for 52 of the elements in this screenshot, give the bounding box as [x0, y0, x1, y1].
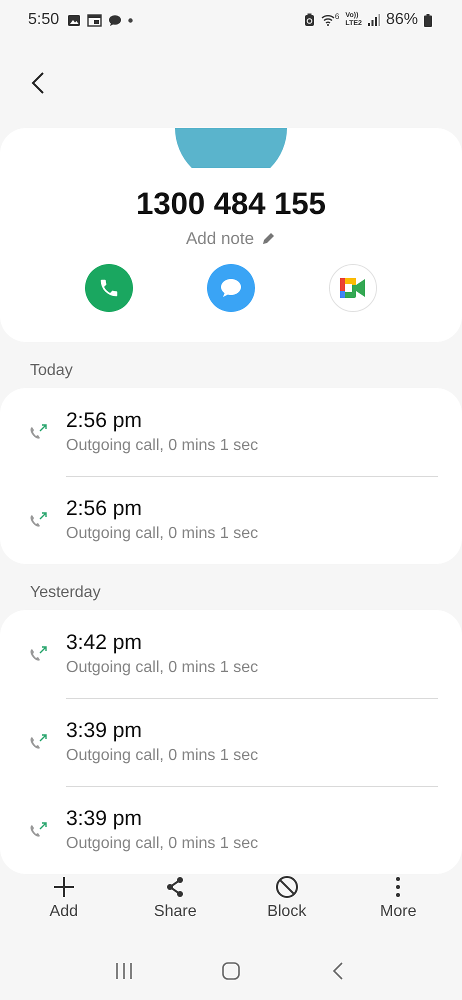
block-icon [274, 875, 299, 899]
plus-icon [52, 875, 76, 899]
outgoing-call-icon [28, 821, 48, 839]
battery-percent: 86% [386, 11, 418, 29]
call-time: 2:56 pm [66, 408, 143, 432]
call-log-item[interactable]: 2:56 pm Outgoing call, 0 mins 1 sec [28, 388, 438, 476]
call-time: 2:56 pm [66, 497, 143, 521]
call-log-item[interactable]: 3:42 pm Outgoing call, 0 mins 1 sec [28, 610, 438, 698]
outgoing-call-icon [28, 645, 48, 663]
call-log-item[interactable]: 2:56 pm Outgoing call, 0 mins 1 sec [28, 476, 438, 564]
outgoing-call-icon [28, 733, 48, 751]
call-time: 3:42 pm [66, 630, 143, 654]
wifi-icon [320, 14, 335, 26]
call-detail: Outgoing call, 0 mins 1 sec [66, 835, 260, 853]
battery-icon [424, 14, 432, 26]
video-camera-icon [339, 277, 367, 299]
block-button[interactable]: Block [246, 874, 327, 942]
wifi-band-label: 6 [334, 12, 340, 21]
add-button[interactable]: Add [24, 874, 104, 942]
back-icon [31, 70, 45, 94]
gallery-icon [67, 14, 82, 26]
status-time: 5:50 [28, 11, 60, 29]
share-button[interactable]: Share [135, 874, 216, 942]
chat-icon [108, 14, 122, 26]
call-detail: Outgoing call, 0 mins 1 sec [66, 658, 260, 676]
pencil-icon [260, 231, 276, 247]
section-header: Yesterday [29, 583, 102, 603]
call-time: 3:39 pm [66, 718, 143, 742]
dot-icon [128, 18, 134, 22]
signal-icon [368, 14, 380, 26]
more-button[interactable]: More [358, 874, 438, 942]
call-detail: Outgoing call, 0 mins 1 sec [66, 525, 260, 543]
add-note-button[interactable]: Add note [180, 228, 282, 250]
more-icon [396, 875, 400, 899]
message-button[interactable] [207, 264, 255, 312]
section-header: Today [29, 361, 74, 381]
phone-number: 1300 484 155 [136, 186, 326, 222]
phone-icon [98, 277, 120, 299]
call-detail: Outgoing call, 0 mins 1 sec [66, 746, 260, 764]
outgoing-call-icon [28, 423, 48, 441]
avatar-icon [175, 128, 287, 168]
home-icon[interactable] [220, 961, 241, 981]
video-call-button[interactable] [329, 264, 377, 312]
recent-apps-icon[interactable] [114, 961, 134, 981]
call-log-item[interactable]: 3:39 pm Outgoing call, 0 mins 1 sec [28, 786, 438, 874]
call-detail: Outgoing call, 0 mins 1 sec [66, 436, 260, 454]
chat-bubble-icon [219, 277, 243, 299]
outgoing-call-icon [28, 511, 48, 529]
call-log-item[interactable]: 3:39 pm Outgoing call, 0 mins 1 sec [28, 698, 438, 786]
call-button[interactable] [85, 264, 133, 312]
call-time: 3:39 pm [66, 807, 143, 831]
calendar-icon [87, 14, 102, 26]
